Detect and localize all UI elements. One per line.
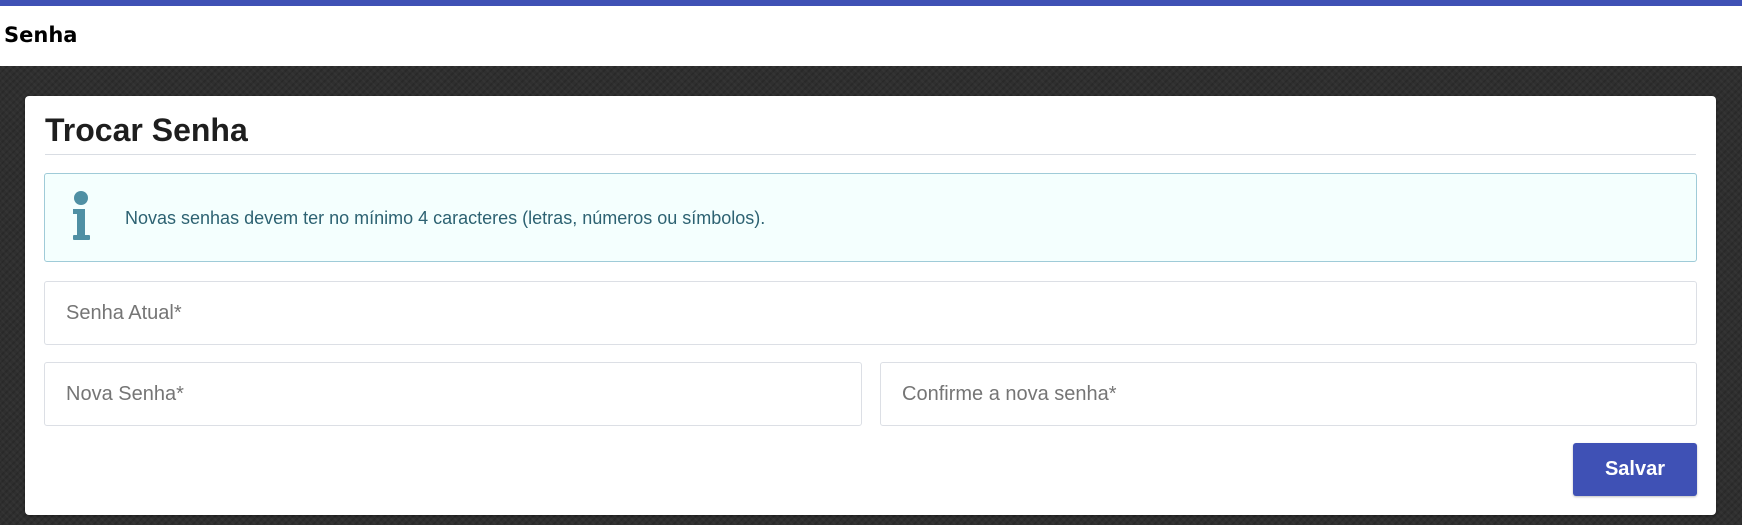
info-icon xyxy=(67,191,95,247)
info-alert: Novas senhas devem ter no mínimo 4 carac… xyxy=(44,173,1697,262)
new-password-input[interactable] xyxy=(44,362,862,426)
page-title: Senha xyxy=(4,23,78,47)
change-password-card: Trocar Senha Novas senhas devem ter no m… xyxy=(25,96,1716,515)
top-app-bar: Senha xyxy=(0,0,1742,66)
confirm-password-input[interactable] xyxy=(880,362,1697,426)
save-button[interactable]: Salvar xyxy=(1573,443,1697,496)
current-password-input[interactable] xyxy=(44,281,1697,345)
info-message: Novas senhas devem ter no mínimo 4 carac… xyxy=(125,208,766,228)
title-divider xyxy=(45,154,1696,155)
card-title: Trocar Senha xyxy=(45,112,248,148)
